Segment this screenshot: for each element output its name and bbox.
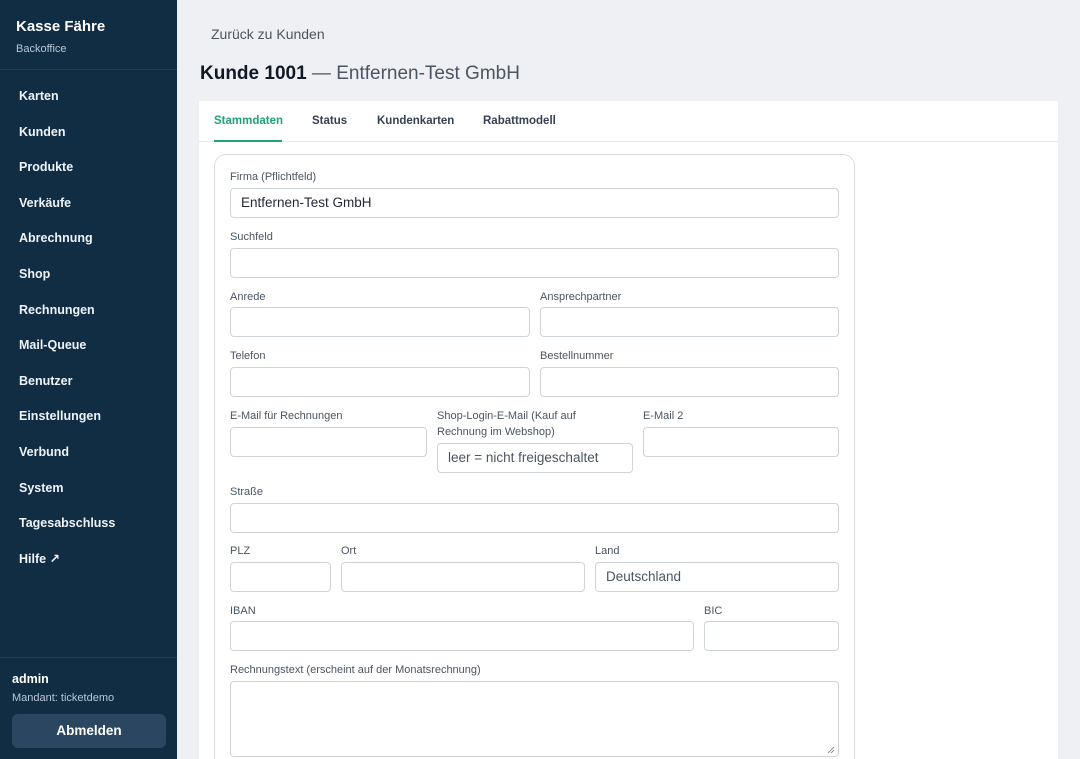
tab-stammdaten[interactable]: Stammdaten [214, 101, 283, 142]
telefon-input[interactable] [230, 367, 530, 397]
logout-button[interactable]: Abmelden [12, 714, 166, 748]
ort-label: Ort [341, 545, 357, 557]
iban-input[interactable] [230, 621, 694, 651]
sidebar-item-system[interactable]: System [0, 471, 177, 507]
sidebar-item-karten[interactable]: Karten [0, 79, 177, 115]
app-subtitle: Backoffice [16, 43, 67, 55]
email-rechnungen-input[interactable] [230, 427, 427, 457]
plz-input[interactable] [230, 562, 331, 592]
telefon-label: Telefon [230, 350, 266, 362]
customer-name: — Entfernen-Test GmbH [306, 63, 520, 84]
sidebar-item-hilfe[interactable]: Hilfe ↗ [0, 542, 177, 578]
sidebar-item-einstellungen[interactable]: Einstellungen [0, 399, 177, 435]
ansprechpartner-label: Ansprechpartner [540, 291, 622, 303]
firma-input[interactable]: Entfernen-Test GmbH [230, 188, 839, 218]
tab-bar: Stammdaten Status Kundenkarten Rabattmod… [199, 101, 1058, 142]
sidebar: Kasse Fähre Backoffice Karten Kunden Pro… [0, 0, 177, 759]
brand: Kasse Fähre Backoffice [0, 0, 177, 70]
sidebar-item-benutzer[interactable]: Benutzer [0, 364, 177, 400]
sidebar-item-tagesabschluss[interactable]: Tagesabschluss [0, 506, 177, 542]
customer-number: Kunde 1001 [200, 63, 307, 84]
firma-label: Firma (Pflichtfeld) [230, 171, 317, 183]
shop-login-label-line1: Shop-Login-E-Mail (Kauf auf [437, 410, 576, 422]
anrede-label: Anrede [230, 291, 266, 303]
bic-input[interactable] [704, 621, 839, 651]
rechnungstext-label: Rechnungstext (erscheint auf der Monatsr… [230, 664, 481, 676]
ort-input[interactable] [341, 562, 585, 592]
sidebar-item-abrechnung[interactable]: Abrechnung [0, 221, 177, 257]
suchfeld-label: Suchfeld [230, 231, 273, 243]
land-label: Land [595, 545, 620, 557]
bestellnummer-label: Bestellnummer [540, 350, 614, 362]
user-panel: admin Mandant: ticketdemo Abmelden [0, 657, 177, 759]
shop-login-label-line2: Rechnung im Webshop) [437, 426, 555, 438]
sidebar-item-kunden[interactable]: Kunden [0, 115, 177, 151]
rechnungstext-textarea[interactable] [230, 681, 839, 757]
tab-status[interactable]: Status [312, 101, 347, 142]
strasse-label: Straße [230, 486, 264, 498]
bestellnummer-input[interactable] [540, 367, 839, 397]
sidebar-item-shop[interactable]: Shop [0, 257, 177, 293]
email2-input[interactable] [643, 427, 839, 457]
bic-label: BIC [704, 605, 723, 617]
email2-label: E-Mail 2 [643, 410, 684, 422]
stammdaten-form: Firma (Pflichtfeld) Entfernen-Test GmbH … [214, 154, 855, 759]
shop-login-email-input[interactable]: leer = nicht freigeschaltet [437, 443, 633, 473]
plz-label: PLZ [230, 545, 251, 557]
resize-handle-icon[interactable] [827, 746, 835, 754]
email-rechnungen-label: E-Mail für Rechnungen [230, 410, 343, 422]
customer-card: Stammdaten Status Kundenkarten Rabattmod… [199, 101, 1058, 759]
tab-rabattmodell[interactable]: Rabattmodell [483, 101, 556, 142]
app-title: Kasse Fähre [16, 18, 106, 35]
user-tenant: Mandant: ticketdemo [12, 692, 115, 704]
sidebar-item-rechnungen[interactable]: Rechnungen [0, 293, 177, 329]
land-input[interactable]: Deutschland [595, 562, 839, 592]
ansprechpartner-input[interactable] [540, 307, 839, 337]
strasse-input[interactable] [230, 503, 839, 533]
tab-kundenkarten[interactable]: Kundenkarten [377, 101, 454, 142]
anrede-input[interactable] [230, 307, 530, 337]
suchfeld-input[interactable] [230, 248, 839, 278]
sidebar-item-mail-queue[interactable]: Mail-Queue [0, 328, 177, 364]
sidebar-item-verkaeufe[interactable]: Verkäufe [0, 186, 177, 222]
sidebar-nav: Karten Kunden Produkte Verkäufe Abrechnu… [0, 79, 177, 577]
page-title: Kunde 1001 — Entfernen-Test GmbH [200, 63, 520, 85]
sidebar-item-produkte[interactable]: Produkte [0, 150, 177, 186]
iban-label: IBAN [230, 605, 256, 617]
sidebar-item-verbund[interactable]: Verbund [0, 435, 177, 471]
back-to-customers-link[interactable]: Zurück zu Kunden [211, 26, 325, 42]
user-name: admin [12, 672, 49, 686]
